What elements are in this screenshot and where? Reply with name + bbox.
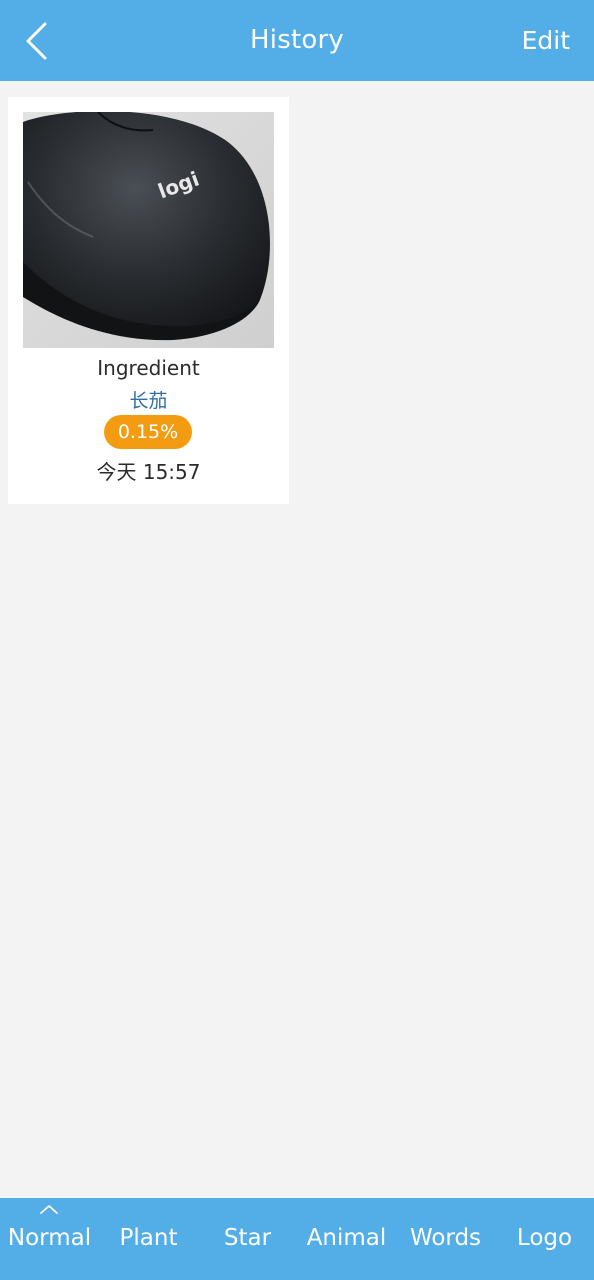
confidence-badge: 0.15% <box>104 415 192 449</box>
tab-plant[interactable]: Plant <box>99 1198 198 1280</box>
history-thumbnail: logi <box>23 112 274 348</box>
tab-words-label: Words <box>409 1225 482 1251</box>
tab-animal[interactable]: Animal <box>297 1198 396 1280</box>
history-item-subtitle: 长茄 <box>129 390 168 412</box>
chevron-up-icon <box>40 1205 58 1214</box>
tab-star-label: Star <box>223 1225 272 1251</box>
bottom-tab-bar: Normal Plant Star Animal Words Logo <box>0 1198 594 1280</box>
tab-normal[interactable]: Normal <box>0 1198 99 1280</box>
tab-plant-label: Plant <box>119 1225 178 1251</box>
edit-button[interactable]: Edit <box>522 0 570 81</box>
tab-words[interactable]: Words <box>396 1198 495 1280</box>
history-card[interactable]: logi Ingredient 长茄 0.15% 今天 15:57 <box>8 97 289 504</box>
back-button[interactable] <box>14 18 58 64</box>
tab-logo-label: Logo <box>516 1225 573 1251</box>
page-title: History <box>250 25 344 55</box>
tab-logo[interactable]: Logo <box>495 1198 594 1280</box>
chevron-left-icon <box>26 22 47 60</box>
top-bar: History Edit <box>0 0 594 81</box>
history-item-time: 今天 15:57 <box>96 460 201 484</box>
tab-star[interactable]: Star <box>198 1198 297 1280</box>
history-item-title: Ingredient <box>97 356 200 380</box>
tab-normal-label: Normal <box>7 1225 92 1251</box>
tab-animal-label: Animal <box>306 1225 387 1251</box>
